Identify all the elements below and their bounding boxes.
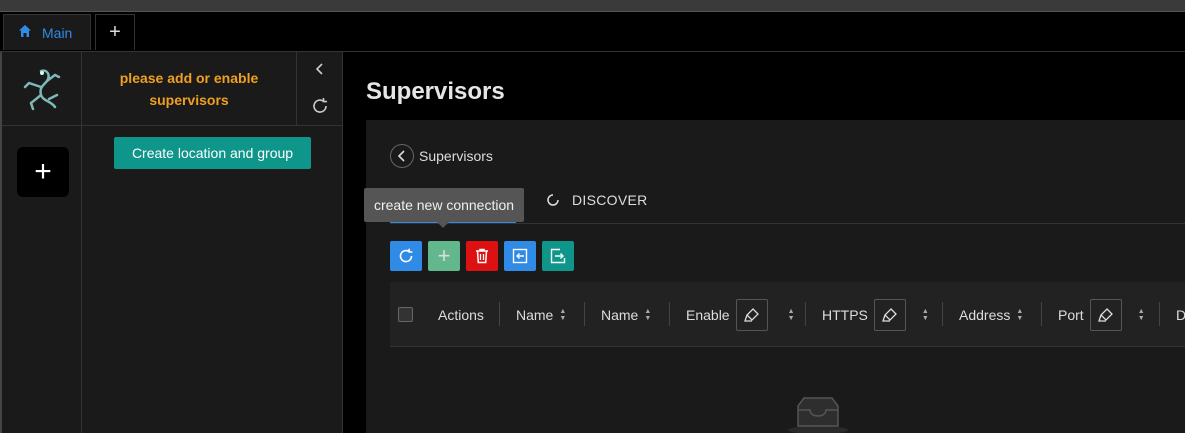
column-port[interactable]: Port ▲ ▼ [1058, 282, 1145, 347]
column-divider [1159, 302, 1160, 326]
empty-message-text: please add or enable supervisors [119, 69, 259, 108]
main-content: Supervisors Supervisors DISCOVER create … [343, 52, 1185, 433]
breadcrumb: Supervisors [419, 148, 493, 164]
column-divider [669, 302, 670, 326]
column-label: Port [1058, 306, 1084, 323]
refresh-button[interactable] [390, 241, 422, 271]
sort-icon[interactable]: ▲ ▼ [1016, 308, 1023, 322]
column-address[interactable]: Address ▲ ▼ [959, 282, 1023, 347]
column-d[interactable]: D [1176, 282, 1185, 347]
export-button[interactable] [542, 241, 574, 271]
frog-logo-icon [23, 68, 61, 110]
home-icon [18, 24, 32, 41]
tooltip: create new connection [364, 188, 524, 222]
sort-icon[interactable]: ▲ ▼ [644, 308, 651, 322]
tab-main-label: Main [42, 24, 73, 41]
filter-icon [881, 307, 897, 322]
column-label: D [1176, 306, 1185, 323]
plus-icon: + [437, 243, 451, 268]
column-name-2[interactable]: Name ▲ ▼ [601, 282, 651, 347]
page-title: Supervisors [366, 78, 505, 105]
table-header: Actions Name ▲ ▼ Name ▲ ▼ Enable ▲ ▼ HTT… [390, 282, 1185, 347]
loading-icon [547, 194, 559, 206]
tab-discover-label: DISCOVER [572, 192, 648, 208]
plus-icon: + [34, 155, 52, 188]
window-top-strip [0, 0, 1185, 12]
export-icon [550, 248, 566, 264]
select-all-checkbox[interactable] [398, 307, 413, 322]
logo [2, 52, 82, 126]
location-panel: please add or enable supervisors Create … [82, 52, 343, 433]
column-divider [584, 302, 585, 326]
tab-bar: Main + [0, 12, 1185, 52]
column-divider [942, 302, 943, 326]
refresh-icon [313, 98, 327, 113]
sort-icon[interactable]: ▲ ▼ [788, 308, 795, 322]
filter-icon [743, 307, 759, 322]
column-divider [1041, 302, 1042, 326]
add-tab-button[interactable]: + [95, 14, 135, 50]
delete-button[interactable] [466, 241, 498, 271]
sort-icon[interactable]: ▲ ▼ [922, 308, 929, 322]
plus-icon: + [109, 21, 121, 43]
chevron-left-icon [315, 63, 323, 75]
tooltip-arrow [437, 222, 449, 228]
panel-controls [297, 52, 343, 126]
filter-button[interactable] [873, 298, 906, 331]
sort-icon[interactable]: ▲ ▼ [559, 308, 566, 322]
back-button[interactable] [390, 144, 414, 168]
filter-button[interactable] [1089, 298, 1122, 331]
column-divider [805, 302, 806, 326]
sort-icon[interactable]: ▲ ▼ [1138, 308, 1145, 322]
column-label: Name [516, 306, 554, 323]
column-label: Name [601, 306, 639, 323]
filter-icon [1097, 307, 1113, 322]
supervisors-card: Supervisors DISCOVER create new connecti… [364, 120, 1185, 433]
import-icon [512, 248, 528, 264]
import-button[interactable] [504, 241, 536, 271]
trash-icon [476, 248, 488, 264]
left-rail: + [0, 52, 82, 433]
empty-inbox-icon [786, 392, 850, 433]
column-label: Enable [686, 306, 730, 323]
refresh-panel-button[interactable] [297, 94, 343, 118]
filter-button[interactable] [735, 298, 768, 331]
column-divider [499, 302, 500, 326]
column-label: Address [959, 306, 1011, 323]
chevron-left-icon [397, 150, 405, 162]
create-location-group-button[interactable]: Create location and group [114, 137, 311, 169]
column-name-1[interactable]: Name ▲ ▼ [516, 282, 566, 347]
tab-discover[interactable]: DISCOVER [546, 192, 648, 208]
add-location-button[interactable]: + [17, 147, 69, 197]
collapse-panel-button[interactable] [297, 58, 343, 80]
add-connection-button[interactable]: + [428, 241, 460, 271]
empty-supervisors-message: please add or enable supervisors [82, 52, 297, 126]
column-label: Actions [438, 306, 484, 323]
refresh-icon [399, 248, 413, 263]
column-https[interactable]: HTTPS ▲ ▼ [822, 282, 929, 347]
column-enable[interactable]: Enable ▲ ▼ [686, 282, 795, 347]
tabs-divider [390, 223, 1185, 224]
tab-main[interactable]: Main [3, 14, 91, 50]
column-label: HTTPS [822, 306, 868, 323]
column-actions: Actions [438, 282, 484, 347]
